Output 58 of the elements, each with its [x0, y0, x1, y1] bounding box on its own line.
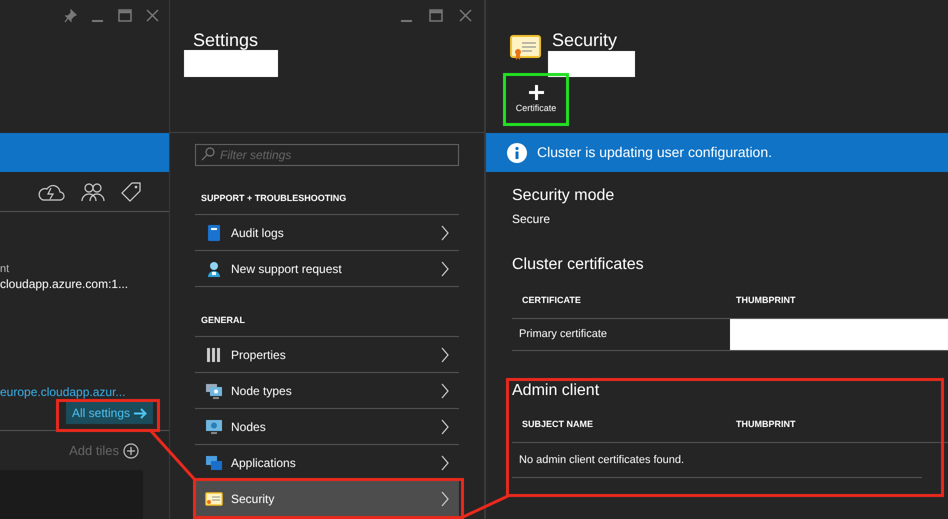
certificate-icon — [205, 490, 223, 508]
add-icon[interactable] — [123, 442, 139, 458]
menu-item[interactable]: Nodes — [195, 409, 459, 445]
windows-icon — [205, 454, 223, 472]
blade-title: Security — [552, 29, 618, 51]
certificate-icon — [510, 35, 541, 61]
field-label: nt — [0, 262, 10, 276]
connector-line — [150, 430, 198, 482]
add-tiles-label: Add tiles — [69, 442, 119, 460]
section-heading: Admin client — [512, 381, 600, 401]
section-heading: Security mode — [512, 186, 616, 206]
column-header: SUBJECT NAME — [521, 418, 594, 431]
column-header: THUMBPRINT — [736, 294, 796, 307]
close-icon[interactable] — [459, 9, 472, 22]
arrow-right-icon — [134, 408, 147, 418]
table-cell-text: Primary certificate — [518, 327, 608, 342]
audit-log-icon — [205, 224, 223, 242]
chevron-right-icon — [441, 260, 449, 276]
column-header: CERTIFICATE — [521, 294, 582, 307]
monitor-icon — [205, 418, 223, 436]
info-icon — [507, 142, 527, 162]
maximize-icon[interactable] — [429, 9, 443, 22]
search-icon — [201, 147, 215, 161]
chevron-right-icon — [441, 224, 449, 240]
all-settings-button[interactable]: All settings — [66, 402, 153, 424]
monitors-icon — [205, 382, 223, 400]
pin-icon[interactable] — [64, 9, 77, 23]
connector-line — [462, 494, 510, 519]
section-heading: Cluster certificates — [512, 255, 645, 275]
menu-item[interactable]: Node types — [195, 373, 459, 409]
filter-field[interactable]: Filter settings — [195, 144, 459, 166]
menu-item[interactable]: Audit logs — [195, 215, 459, 251]
section-heading: GENERAL — [200, 314, 246, 326]
add-certificate-button[interactable]: Certificate — [506, 76, 566, 124]
menu-item[interactable]: Properties — [195, 337, 459, 373]
maximize-icon[interactable] — [118, 9, 132, 22]
banner-message: Cluster is updating user configuration. — [537, 143, 772, 162]
support-person-icon — [205, 260, 223, 278]
menu-item[interactable]: Security — [195, 481, 459, 517]
chevron-right-icon — [441, 454, 449, 470]
close-icon[interactable] — [146, 9, 159, 22]
field-value: cloudapp.azure.com:1... — [0, 276, 128, 292]
plus-icon — [528, 84, 544, 100]
chevron-right-icon — [441, 418, 449, 434]
empty-message: No admin client certificates found. — [512, 443, 922, 478]
column-header: THUMBPRINT — [736, 418, 796, 431]
tag-icon[interactable] — [121, 182, 141, 202]
security-mode-value: Secure — [512, 211, 552, 227]
properties-icon — [205, 346, 223, 364]
blade-title: Settings — [193, 29, 258, 51]
highlight-frame — [503, 73, 569, 126]
chevron-right-icon — [441, 490, 449, 506]
menu-item[interactable]: New support request — [195, 251, 459, 287]
endpoint-link[interactable]: europe.cloudapp.azur... — [0, 384, 126, 400]
chevron-right-icon — [441, 382, 449, 398]
people-icon[interactable] — [81, 182, 105, 202]
chevron-right-icon — [441, 346, 449, 362]
section-heading: SUPPORT + TROUBLESHOOTING — [200, 192, 348, 204]
